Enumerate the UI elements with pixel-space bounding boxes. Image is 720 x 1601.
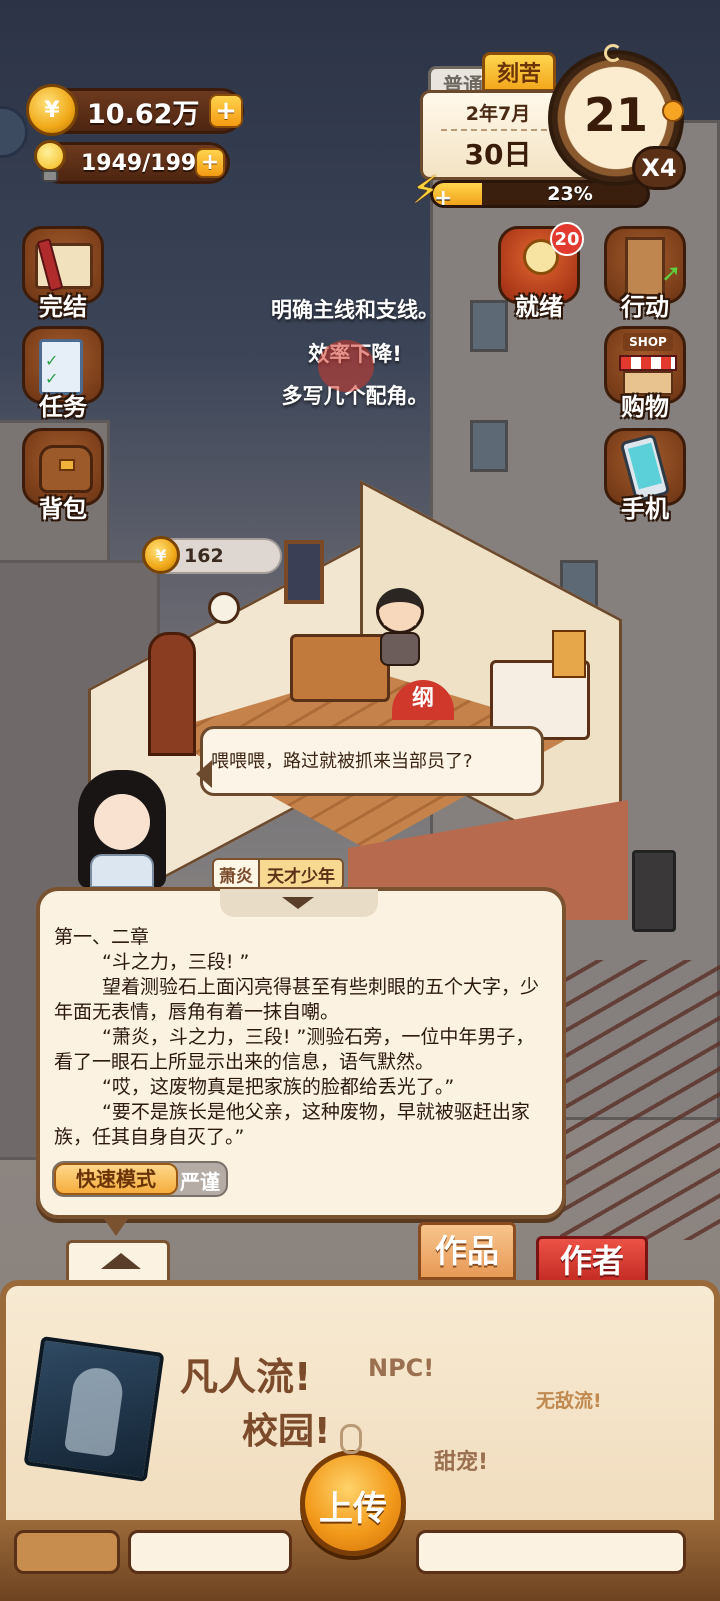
character-name: 萧炎 <box>219 866 253 887</box>
speed-button[interactable]: X4 <box>632 146 686 190</box>
mode-fast-label: 快速模式 <box>76 1167 156 1191</box>
speech-bubble: 喂喂喂，路过就被抓来当部员了? <box>200 726 544 796</box>
story-paragraph: “要不是族长是他父亲，这种废物，早就被驱赶出家族，任其自身自灭了。” <box>54 1101 530 1148</box>
speech-tail <box>196 760 212 788</box>
chevron-up-icon <box>101 1253 141 1269</box>
coin-value: 10.62万 <box>87 98 200 130</box>
trope-tag[interactable]: NPC! <box>368 1354 434 1382</box>
trope-tag[interactable]: 凡人流! <box>180 1346 311 1401</box>
progress-percent: 23% <box>547 183 593 205</box>
moon-icon <box>604 44 622 62</box>
mode-strict-label[interactable]: 严谨 <box>180 1166 220 1195</box>
character-trait: 天才少年 <box>267 866 335 887</box>
window <box>284 540 324 604</box>
story-paragraph: “哎，这废物真是把家族的脸都给丢光了。” <box>102 1076 455 1098</box>
story-paragraph: “斗之力，三段! ” <box>102 951 250 973</box>
finish-label: 完结 <box>39 293 87 321</box>
upload-hook <box>340 1424 362 1454</box>
action-label: 行动 <box>621 293 669 321</box>
sun-icon <box>662 100 684 122</box>
expand-panel-button[interactable] <box>66 1240 170 1284</box>
calendar-day: 30日 <box>464 138 532 171</box>
book-silhouette <box>63 1365 126 1458</box>
story-paragraph: “萧炎，斗之力，三段! ”测验石旁，一位中年男子，看了一眼石上所显示出来的信息，… <box>54 1026 535 1073</box>
clock-icon <box>208 592 240 624</box>
trope-tag[interactable]: 甜宠! <box>434 1444 488 1476</box>
mode-tab-diligent[interactable]: 刻苦 <box>482 52 556 92</box>
story-text: 第一、二章 “斗之力，三段! ” 望着测验石上面闪亮得甚至有些刺眼的五个大字，少… <box>54 925 548 1150</box>
calendar-year-month: 2年7月 <box>465 103 531 125</box>
upload-button[interactable]: 上传 <box>300 1450 406 1556</box>
day-counter: 21 <box>583 88 648 142</box>
shop-button[interactable]: SHOP 购物 <box>600 326 690 422</box>
ready-badge-count: 20 <box>554 228 580 250</box>
chevron-down-icon <box>282 897 314 909</box>
shop-label: 购物 <box>621 393 669 421</box>
panel-tail <box>102 1216 130 1236</box>
character-portrait[interactable] <box>74 770 170 888</box>
character-trait-tag: 天才少年 <box>258 858 344 890</box>
story-panel: 第一、二章 “斗之力，三段! ” 望着测验石上面闪亮得甚至有些刺眼的五个大字，少… <box>36 887 566 1219</box>
add-energy-button[interactable]: + <box>195 148 225 178</box>
energy-value: 1949/1999 <box>81 150 212 176</box>
tasks-label: 任务 <box>39 393 87 421</box>
coin-bubble-value: 162 <box>184 545 224 567</box>
add-coins-button[interactable]: + <box>209 94 243 128</box>
bar-slot-mid <box>128 1530 292 1574</box>
collapse-handle[interactable] <box>220 889 378 917</box>
finish-button[interactable]: 完结 <box>18 226 108 322</box>
story-paragraph: 望着测验石上面闪亮得甚至有些刺眼的五个大字，少年面无表情，唇角有着一抹自嘲。 <box>54 976 540 1023</box>
stamp-icon-top <box>318 340 374 392</box>
lightbulb-icon <box>32 140 68 186</box>
trope-tag[interactable]: 校园! <box>242 1402 330 1454</box>
building-window <box>470 420 508 472</box>
lightning-plus: + <box>434 186 453 211</box>
mode-fast-button[interactable]: 快速模式 <box>54 1163 178 1195</box>
tasks-button[interactable]: ✓ ✓ 任务 <box>18 326 108 422</box>
shop-sign: SHOP <box>623 333 673 351</box>
trope-tag[interactable]: 无敌流! <box>536 1386 602 1413</box>
fire-escape-stairs <box>560 960 720 1240</box>
stamp-label: 纲 <box>411 686 434 711</box>
notice-1: 明确主线和支线。 <box>271 298 439 322</box>
ready-badge: 20 <box>550 222 584 256</box>
works-tab[interactable]: 作品 <box>418 1222 516 1280</box>
bar-slot-right <box>416 1530 686 1574</box>
speed-label: X4 <box>641 154 677 182</box>
character-student[interactable] <box>372 588 428 668</box>
coin-bubble-icon: ¥ <box>142 536 180 574</box>
calendar-divider <box>441 129 557 131</box>
author-tab-label: 作者 <box>559 1242 624 1280</box>
coin-icon: ¥ <box>26 84 78 136</box>
speech-text: 喂喂喂，路过就被抓来当部员了? <box>211 751 473 772</box>
book-cover[interactable] <box>23 1336 165 1482</box>
works-tab-label: 作品 <box>434 1232 499 1270</box>
action-button[interactable]: ➚ 行动 <box>600 226 690 322</box>
upload-label: 上传 <box>319 1489 387 1529</box>
chapter-title: 第一、二章 <box>54 926 150 948</box>
hanging-sign <box>632 850 676 932</box>
bar-slot-left <box>14 1530 120 1574</box>
mode-tab-diligent-label: 刻苦 <box>496 62 541 87</box>
door <box>148 632 196 756</box>
character-name-tag: 萧炎 <box>212 858 260 890</box>
author-tab[interactable]: 作者 <box>536 1236 648 1286</box>
wall-poster <box>552 630 586 678</box>
writing-mode-toggle[interactable]: 快速模式 严谨 <box>52 1161 228 1197</box>
ready-label: 就绪 <box>515 293 563 321</box>
